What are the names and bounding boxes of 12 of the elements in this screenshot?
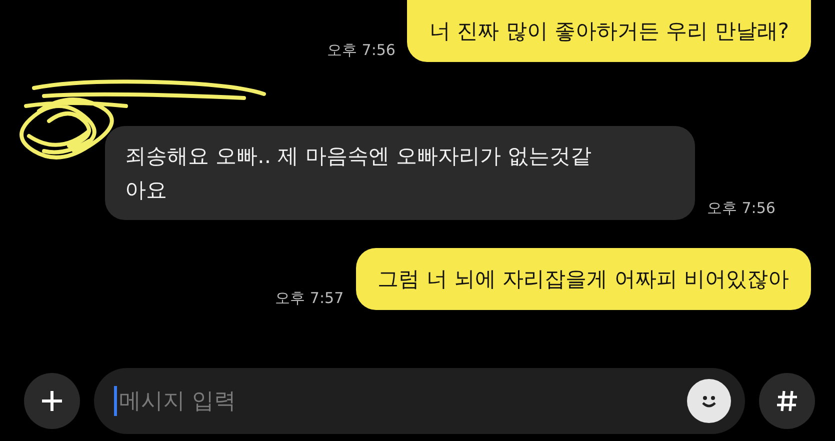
- message-field[interactable]: 메시지 입력: [94, 368, 745, 434]
- message-bubble: 너 진짜 많이 좋아하거든 우리 만날래?: [407, 0, 811, 62]
- plus-icon: [41, 390, 63, 412]
- message-time: 오후 7:56: [327, 41, 396, 60]
- message-input-field[interactable]: 메시지 입력: [117, 388, 687, 414]
- message-bubble: 죄송해요 오빠.. 제 마음속엔 오빠자리가 없는것같 아요: [105, 126, 695, 220]
- message-bubble: 그럼 너 뇌에 자리잡을게 어짜피 비어있잖아: [356, 248, 811, 310]
- message-time: 오후 7:57: [275, 289, 344, 308]
- emoji-button[interactable]: [687, 379, 731, 423]
- text-cursor-icon: [114, 386, 117, 416]
- message-time: 오후 7:56: [707, 199, 776, 218]
- hash-icon: [775, 389, 799, 413]
